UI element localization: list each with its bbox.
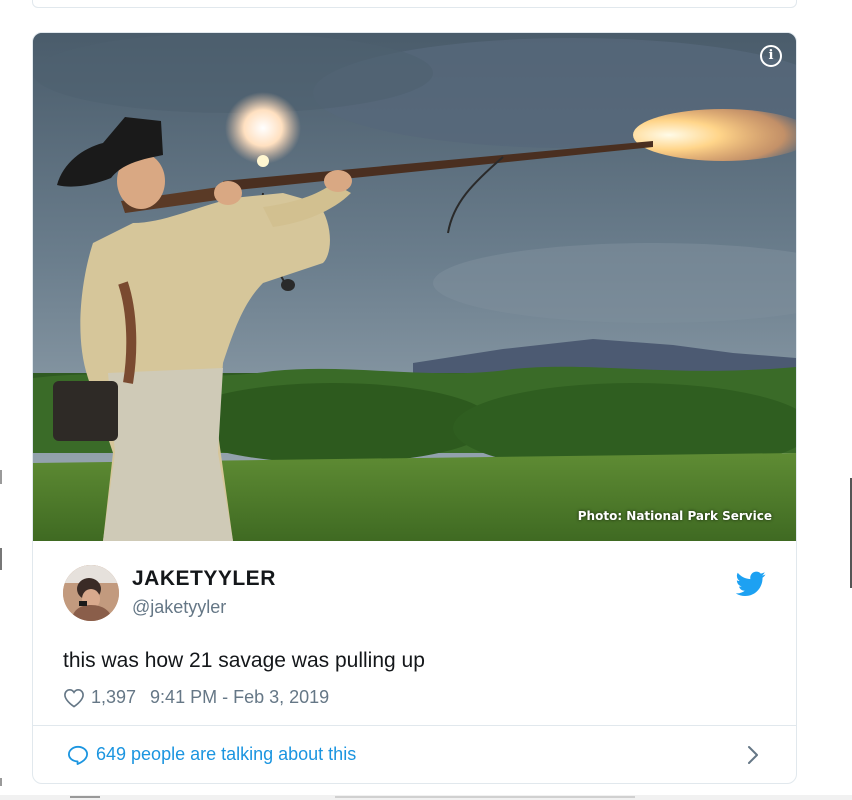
photo-credit: Photo: National Park Service: [577, 509, 772, 523]
conversation-link[interactable]: 649 people are talking about this: [33, 726, 796, 783]
avatar[interactable]: [63, 565, 119, 621]
speech-bubble-icon: [68, 745, 88, 765]
chevron-right-icon[interactable]: [746, 745, 760, 765]
twitter-bird-icon[interactable]: [736, 571, 766, 597]
edge-artifact: [335, 796, 635, 798]
edge-artifact: [70, 796, 100, 798]
tweet-timestamp[interactable]: 9:41 PM - Feb 3, 2019: [150, 687, 329, 708]
previous-card-edge: [32, 0, 797, 8]
user-handle[interactable]: @jaketyyler: [132, 597, 226, 618]
tweet-body: JAKETYYLER @jaketyyler this was how 21 s…: [33, 541, 796, 727]
tweet-photo[interactable]: i Photo: National Park Service: [33, 33, 796, 541]
photo-image: [33, 33, 796, 541]
edge-artifact: [0, 778, 2, 786]
conversation-text[interactable]: 649 people are talking about this: [96, 744, 356, 765]
tweet-card[interactable]: i Photo: National Park Service JAKETYYLE…: [32, 32, 797, 784]
edge-artifact: [0, 470, 2, 484]
edge-artifact: [0, 548, 2, 570]
like-count[interactable]: 1,397: [91, 687, 136, 708]
tweet-meta: 1,397 9:41 PM - Feb 3, 2019: [63, 687, 329, 708]
next-card-edge: [0, 795, 852, 800]
heart-icon[interactable]: [63, 688, 85, 708]
display-name[interactable]: JAKETYYLER: [132, 567, 276, 591]
tweet-text: this was how 21 savage was pulling up: [63, 649, 425, 672]
info-icon[interactable]: i: [760, 45, 782, 67]
avatar-image: [63, 565, 119, 621]
